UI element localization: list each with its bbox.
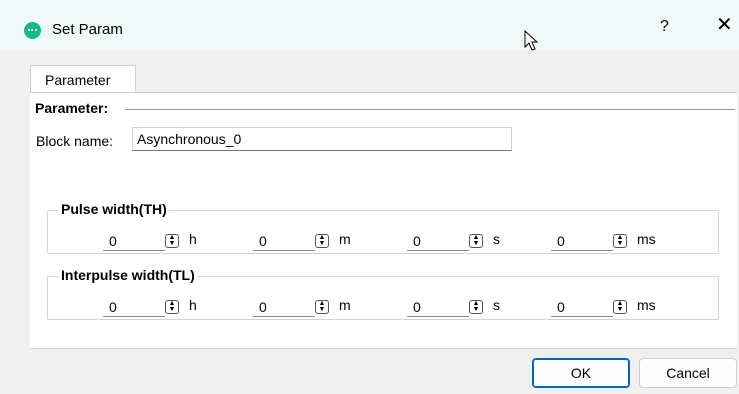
interpulse-minutes-spin-button[interactable]: ▲ ▼ <box>315 300 329 314</box>
pulse-hours-unit: h <box>189 231 197 247</box>
interpulse-hours-input[interactable] <box>103 297 165 317</box>
pulse-seconds-spinbox: ▲▼ <box>407 231 487 251</box>
window-title: Set Param <box>52 21 123 38</box>
pulse-seconds-input[interactable] <box>407 231 469 251</box>
title-bar: Set Param ? ✕ <box>0 0 739 51</box>
pulse-minutes-spinbox: ▲▼ <box>253 231 333 251</box>
pulse-seconds-spin-button[interactable]: ▲ ▼ <box>469 234 483 248</box>
interpulse-minutes-input[interactable] <box>253 297 315 317</box>
pulse-ms-unit: ms <box>637 231 656 247</box>
pulse-ms-spinbox: ▲▼ <box>551 231 631 251</box>
parameter-panel: Parameter: Block name: Pulse width(TH) ▲… <box>30 92 737 349</box>
interpulse-minutes-unit: m <box>339 297 351 313</box>
interpulse-hours-spinbox: ▲▼ <box>103 297 183 317</box>
app-icon <box>24 22 41 39</box>
interpulse-hours-unit: h <box>189 297 197 313</box>
section-title: Parameter: <box>35 100 115 116</box>
interpulse-ms-spinbox: ▲▼ <box>551 297 631 317</box>
interpulse-ms-input[interactable] <box>551 297 613 317</box>
interpulse-seconds-spin-button[interactable]: ▲ ▼ <box>469 300 483 314</box>
interpulse-seconds-spinbox: ▲▼ <box>407 297 487 317</box>
interpulse-ms-spin-button[interactable]: ▲ ▼ <box>613 300 627 314</box>
tab-parameter[interactable]: Parameter <box>30 65 136 93</box>
pulse-ms-input[interactable] <box>551 231 613 251</box>
pulse-ms-spin-button[interactable]: ▲ ▼ <box>613 234 627 248</box>
block-name-input[interactable] <box>132 127 512 151</box>
pulse-hours-spinbox: ▲▼ <box>103 231 183 251</box>
interpulse-minutes-spinbox: ▲▼ <box>253 297 333 317</box>
interpulse-width-group: Interpulse width(TL) ▲▼ h ▲▼ m ▲▼ s ▲▼ m… <box>47 267 719 320</box>
interpulse-seconds-input[interactable] <box>407 297 469 317</box>
close-button[interactable]: ✕ <box>716 15 733 35</box>
ok-button[interactable]: OK <box>532 358 630 388</box>
cancel-button[interactable]: Cancel <box>639 358 737 388</box>
pulse-minutes-input[interactable] <box>253 231 315 251</box>
pulse-hours-input[interactable] <box>103 231 165 251</box>
mouse-cursor-icon <box>524 30 538 51</box>
section-divider <box>125 109 735 110</box>
pulse-minutes-unit: m <box>339 231 351 247</box>
help-button[interactable]: ? <box>660 18 669 36</box>
interpulse-hours-spin-button[interactable]: ▲ ▼ <box>165 300 179 314</box>
pulse-hours-spin-button[interactable]: ▲ ▼ <box>165 234 179 248</box>
pulse-seconds-unit: s <box>493 231 500 247</box>
pulse-width-title: Pulse width(TH) <box>59 201 169 217</box>
interpulse-width-title: Interpulse width(TL) <box>59 267 197 283</box>
pulse-minutes-spin-button[interactable]: ▲ ▼ <box>315 234 329 248</box>
interpulse-seconds-unit: s <box>493 297 500 313</box>
block-name-label: Block name: <box>36 133 114 149</box>
pulse-width-group: Pulse width(TH) ▲▼ h ▲▼ m ▲▼ s ▲▼ ms <box>47 201 719 254</box>
interpulse-ms-unit: ms <box>637 297 656 313</box>
